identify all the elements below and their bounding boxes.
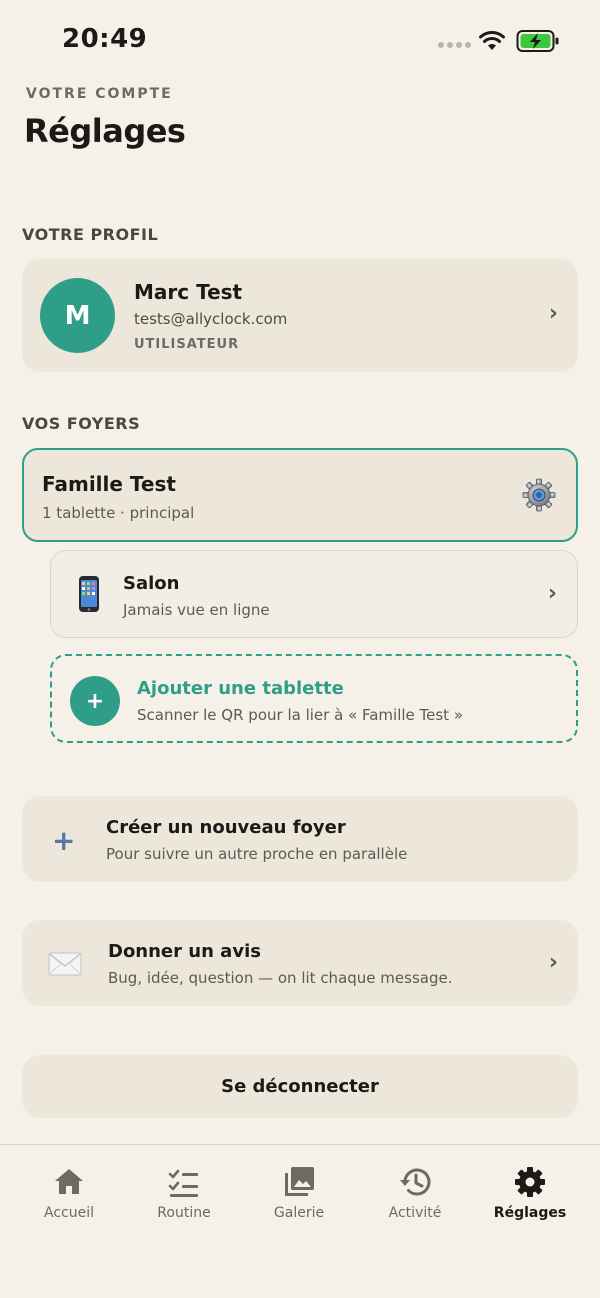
feedback-button[interactable]: Donner un avis Bug, idée, question — on … (22, 920, 578, 1006)
avatar: M (40, 278, 115, 353)
profile-email: tests@allyclock.com (134, 310, 288, 328)
envelope-icon (48, 952, 82, 976)
page-title: Réglages (24, 112, 186, 150)
household-name: Famille Test (42, 472, 176, 496)
cellular-signal-icon (438, 42, 471, 48)
tab-label: Routine (157, 1205, 211, 1221)
profile-name: Marc Test (134, 280, 243, 304)
create-household-button[interactable]: + Créer un nouveau foyer Pour suivre un … (22, 796, 578, 882)
page-eyebrow: VOTRE COMPTE (26, 86, 173, 102)
section-label-profile: VOTRE PROFIL (22, 225, 159, 244)
tab-activity[interactable]: Activité (360, 1165, 470, 1235)
logout-button[interactable]: Se déconnecter (22, 1055, 578, 1118)
gallery-icon (285, 1167, 314, 1196)
add-tablet-button[interactable]: + Ajouter une tablette Scanner le QR pou… (50, 654, 578, 743)
chevron-right-icon: › (548, 950, 558, 975)
feedback-subtitle: Bug, idée, question — on lit chaque mess… (108, 969, 453, 987)
bottom-tab-bar: Accueil Routine Galerie Activité Réglage… (0, 1144, 600, 1298)
profile-role-badge: UTILISATEUR (134, 337, 240, 352)
settings-screen: 20:49 VOTRE COMPTE Réglages VOTRE PROFIL… (0, 0, 600, 1298)
tab-label: Réglages (493, 1205, 567, 1221)
profile-card[interactable]: M Marc Test tests@allyclock.com UTILISAT… (22, 259, 578, 372)
section-label-households: VOS FOYERS (22, 414, 141, 433)
chevron-right-icon: › (547, 581, 557, 606)
create-household-title: Créer un nouveau foyer (106, 817, 346, 838)
plus-icon: + (52, 824, 76, 857)
gear-icon (515, 1167, 545, 1197)
tablet-device-icon (79, 576, 99, 612)
tab-routine[interactable]: Routine (129, 1165, 239, 1235)
history-icon (400, 1168, 431, 1196)
tab-label: Accueil (44, 1205, 94, 1221)
feedback-title: Donner un avis (108, 941, 261, 962)
home-icon (55, 1169, 83, 1194)
add-tablet-subtitle: Scanner le QR pour la lier à « Famille T… (137, 706, 464, 724)
household-settings-gear-icon[interactable] (522, 478, 556, 512)
tab-settings[interactable]: Réglages (475, 1165, 585, 1235)
chevron-right-icon: › (548, 301, 558, 326)
household-card[interactable]: Famille Test 1 tablette · principal (22, 448, 578, 542)
device-card-salon[interactable]: Salon Jamais vue en ligne › (50, 550, 578, 638)
checklist-icon (168, 1169, 198, 1197)
status-time: 20:49 (62, 24, 148, 54)
plus-circle-icon: + (70, 676, 120, 726)
battery-charging-icon (516, 30, 559, 52)
tab-gallery[interactable]: Galerie (244, 1165, 354, 1235)
status-bar: 20:49 (0, 0, 600, 80)
tab-label: Activité (388, 1205, 442, 1221)
tab-home[interactable]: Accueil (14, 1165, 124, 1235)
tab-label: Galerie (273, 1205, 325, 1221)
create-household-subtitle: Pour suivre un autre proche en parallèle (106, 845, 408, 863)
device-status: Jamais vue en ligne (123, 601, 270, 619)
add-tablet-title: Ajouter une tablette (137, 678, 344, 699)
device-name: Salon (123, 573, 180, 594)
household-subtitle: 1 tablette · principal (42, 504, 195, 522)
wifi-icon (479, 31, 505, 50)
